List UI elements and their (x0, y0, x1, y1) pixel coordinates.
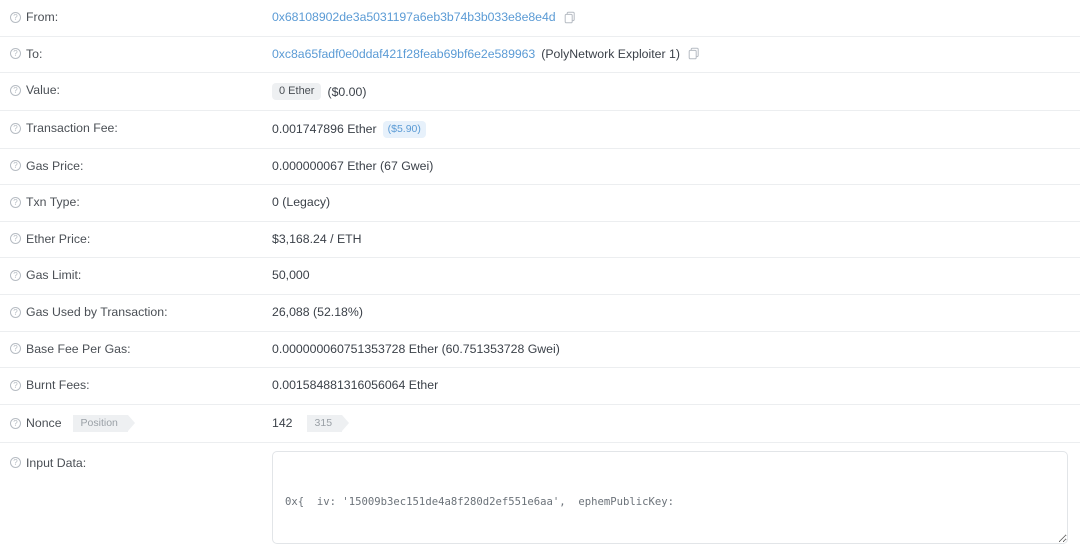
detail-row-ether-price: ? Ether Price: $3,168.24 / ETH (0, 222, 1080, 259)
row-value-transaction-fee: 0.001747896 Ether ($5.90) (272, 111, 1080, 148)
row-label-gas-used: ? Gas Used by Transaction: (0, 295, 272, 329)
txn-type-value: 0 (Legacy) (272, 195, 331, 210)
row-value-ether-price: $3,168.24 / ETH (272, 222, 1080, 256)
help-icon[interactable]: ? (10, 48, 21, 60)
help-icon[interactable]: ? (10, 160, 21, 172)
detail-row-gas-limit: ? Gas Limit: 50,000 (0, 258, 1080, 296)
label-text: Txn Type: (26, 195, 80, 210)
row-value-value: 0 Ether ($0.00) (272, 73, 1080, 110)
row-label-input-data: ? Input Data: (0, 443, 272, 480)
row-value-txn-type: 0 (Legacy) (272, 185, 1080, 219)
label-text: Gas Used by Transaction: (26, 305, 168, 320)
copy-icon[interactable] (564, 11, 577, 24)
position-ribbon-label: Position (72, 414, 136, 432)
gas-limit-value: 50,000 (272, 268, 310, 283)
nonce-value: 142 (272, 416, 293, 431)
help-icon[interactable]: ? (10, 343, 21, 355)
base-fee-value: 0.000000060751353728 Ether (60.751353728… (272, 341, 560, 356)
help-icon[interactable]: ? (10, 269, 21, 281)
row-label-txn-type: ? Txn Type: (0, 185, 272, 219)
to-address-link[interactable]: 0xc8a65fadf0e0ddaf421f28feab69bf6e2e5899… (272, 47, 535, 61)
detail-row-nonce: ? Nonce Position 142 315 (0, 405, 1080, 443)
copy-icon[interactable] (688, 47, 701, 60)
transaction-fee-value: 0.001747896 Ether (272, 122, 377, 137)
transaction-details-panel: ? From: 0x68108902de3a5031197a6eb3b74b3b… (0, 0, 1080, 554)
detail-row-gas-price: ? Gas Price: 0.000000067 Ether (67 Gwei) (0, 149, 1080, 186)
help-icon[interactable]: ? (10, 122, 21, 134)
detail-row-base-fee: ? Base Fee Per Gas: 0.000000060751353728… (0, 332, 1080, 369)
label-text: Gas Limit: (26, 268, 82, 283)
help-icon[interactable]: ? (10, 306, 21, 318)
row-label-burnt-fees: ? Burnt Fees: (0, 368, 272, 402)
label-text: From: (26, 10, 59, 24)
burnt-fees-value: 0.001584881316056064 Ether (272, 378, 439, 393)
label-text: Transaction Fee: (26, 121, 118, 136)
row-value-from: 0x68108902de3a5031197a6eb3b74b3b033e8e8e… (272, 0, 1080, 34)
value-usd: ($0.00) (327, 84, 367, 99)
row-label-gas-price: ? Gas Price: (0, 149, 272, 183)
label-text: Base Fee Per Gas: (26, 341, 131, 356)
label-text: Nonce (26, 416, 62, 431)
row-label-from: ? From: (0, 0, 272, 34)
transaction-fee-usd-badge: ($5.90) (382, 121, 426, 138)
row-label-ether-price: ? Ether Price: (0, 222, 272, 256)
row-label-transaction-fee: ? Transaction Fee: (0, 111, 272, 145)
ether-price-value: $3,168.24 / ETH (272, 231, 362, 246)
position-ribbon-value: 315 (306, 414, 349, 432)
help-icon[interactable]: ? (10, 233, 21, 245)
row-value-base-fee: 0.000000060751353728 Ether (60.751353728… (272, 332, 1080, 366)
help-icon[interactable]: ? (10, 417, 21, 429)
row-label-to: ? To: (0, 37, 272, 71)
input-data-textarea[interactable]: 0x{ iv: '15009b3ec151de4a8f280d2ef551e6a… (272, 450, 1068, 544)
gas-used-value: 26,088 (52.18%) (272, 305, 363, 320)
row-value-to: 0xc8a65fadf0e0ddaf421f28feab69bf6e2e5899… (272, 37, 1080, 71)
detail-row-txn-type: ? Txn Type: 0 (Legacy) (0, 185, 1080, 222)
value-ether-badge: 0 Ether (272, 83, 322, 101)
row-value-gas-price: 0.000000067 Ether (67 Gwei) (272, 149, 1080, 183)
detail-row-to: ? To: 0xc8a65fadf0e0ddaf421f28feab69bf6e… (0, 37, 1080, 74)
label-text: To: (26, 46, 43, 61)
label-text: Burnt Fees: (26, 378, 90, 393)
label-text: Input Data: (26, 455, 87, 470)
detail-row-gas-used: ? Gas Used by Transaction: 26,088 (52.18… (0, 295, 1080, 332)
to-address-tag: (PolyNetwork Exploiter 1) (541, 46, 680, 61)
help-icon[interactable]: ? (10, 84, 21, 96)
help-icon[interactable]: ? (10, 196, 21, 208)
detail-row-input-data: ? Input Data: 0x{ iv: '15009b3ec151de4a8… (0, 443, 1080, 554)
input-data-line: '048c7da95ada2ed8c588a6097884ecf8767fb1d… (285, 543, 1055, 544)
row-value-gas-used: 26,088 (52.18%) (272, 295, 1080, 329)
resize-grip-icon[interactable] (1054, 530, 1065, 541)
row-label-gas-limit: ? Gas Limit: (0, 258, 272, 292)
row-label-nonce: ? Nonce Position (0, 405, 272, 442)
row-value-input-data: 0x{ iv: '15009b3ec151de4a8f280d2ef551e6a… (272, 443, 1080, 554)
help-icon[interactable]: ? (10, 457, 21, 469)
detail-row-burnt-fees: ? Burnt Fees: 0.001584881316056064 Ether (0, 368, 1080, 405)
input-data-line: 0x{ iv: '15009b3ec151de4a8f280d2ef551e6a… (285, 495, 675, 508)
from-address-link[interactable]: 0x68108902de3a5031197a6eb3b74b3b033e8e8e… (272, 10, 556, 24)
row-label-value: ? Value: (0, 73, 272, 107)
label-text: Value: (26, 83, 60, 98)
detail-row-from: ? From: 0x68108902de3a5031197a6eb3b74b3b… (0, 0, 1080, 37)
row-value-nonce: 142 315 (272, 405, 1080, 442)
help-icon[interactable]: ? (10, 379, 21, 391)
label-text: Ether Price: (26, 231, 91, 246)
label-text: Gas Price: (26, 158, 84, 173)
row-value-gas-limit: 50,000 (272, 258, 1080, 292)
row-label-base-fee: ? Base Fee Per Gas: (0, 332, 272, 366)
gas-price-value: 0.000000067 Ether (67 Gwei) (272, 158, 434, 173)
detail-row-transaction-fee: ? Transaction Fee: 0.001747896 Ether ($5… (0, 111, 1080, 149)
help-icon[interactable]: ? (10, 11, 21, 23)
row-value-burnt-fees: 0.001584881316056064 Ether (272, 368, 1080, 402)
detail-row-value: ? Value: 0 Ether ($0.00) (0, 73, 1080, 112)
